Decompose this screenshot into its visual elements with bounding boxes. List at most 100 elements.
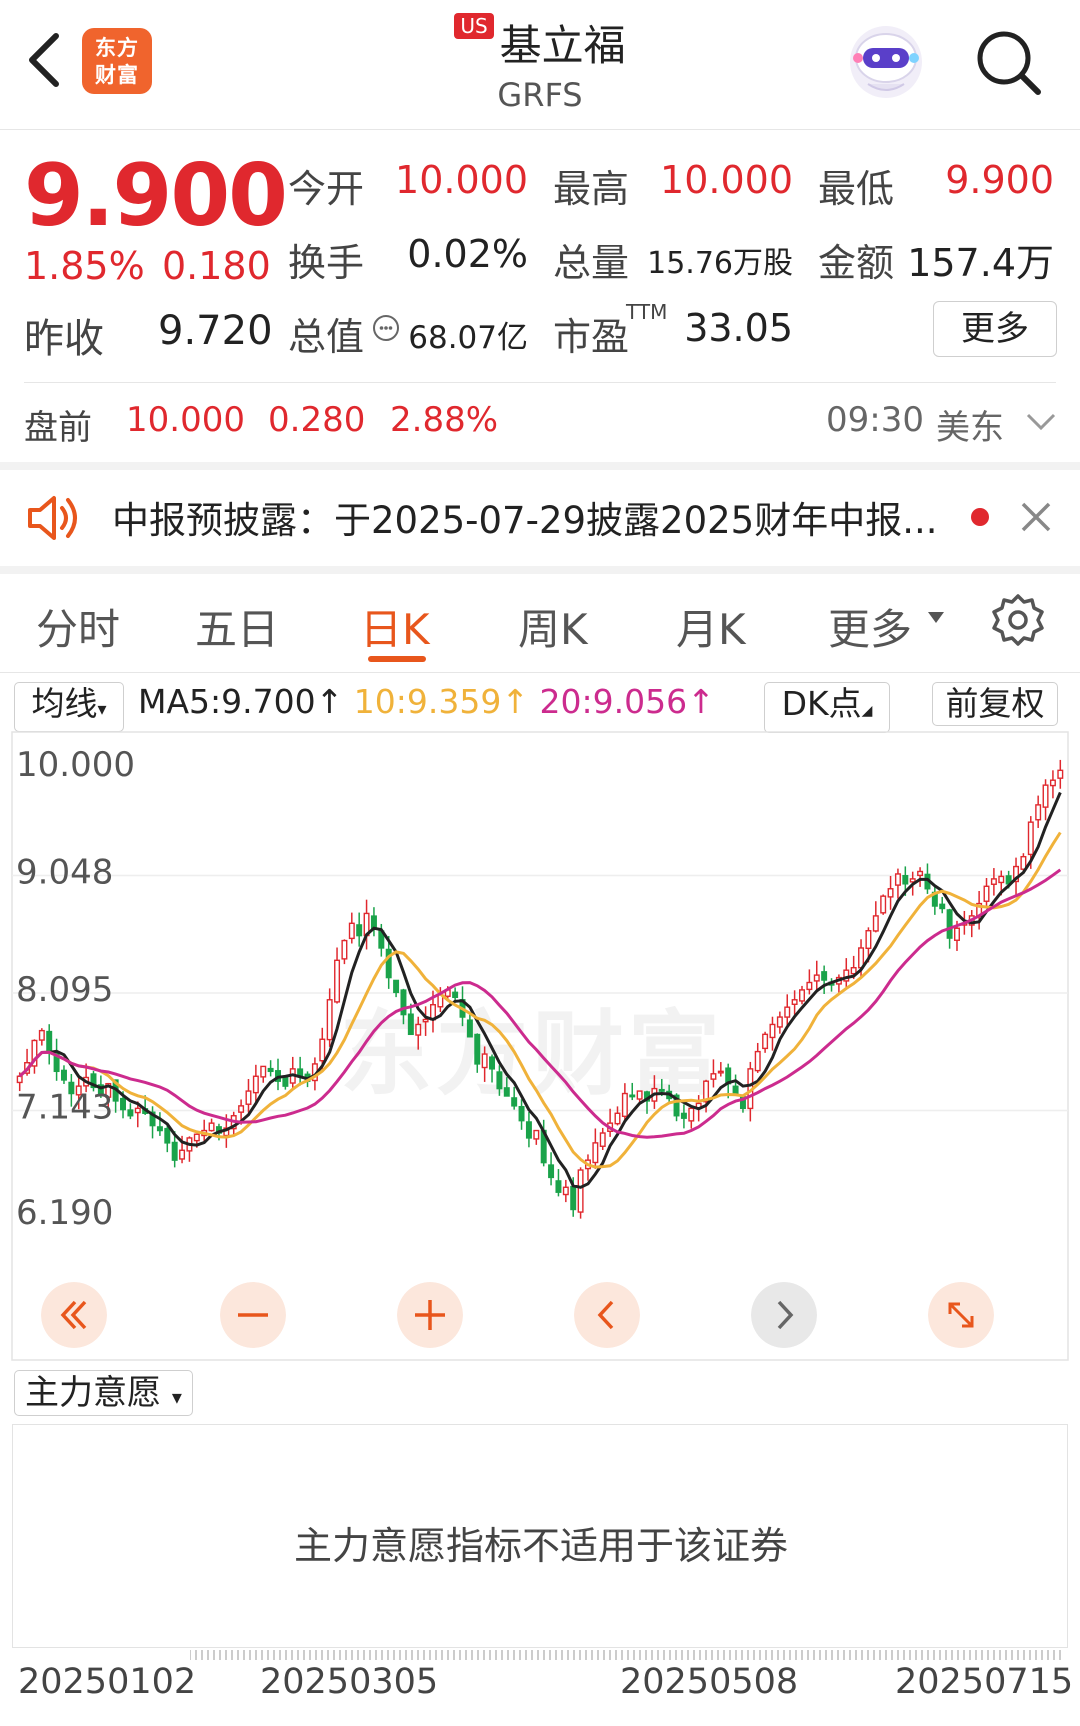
candle bbox=[953, 927, 960, 941]
scroll-right-icon[interactable] bbox=[751, 1282, 817, 1348]
indicator-dropdown[interactable]: 主力意愿 ▾ bbox=[14, 1370, 193, 1416]
x-tick-label: 20250102 bbox=[18, 1662, 197, 1702]
search-icon[interactable] bbox=[974, 28, 1044, 98]
tab-weekly-k[interactable]: 周K bbox=[518, 596, 588, 657]
info-face-icon[interactable] bbox=[372, 314, 400, 342]
candle bbox=[385, 948, 392, 979]
tab-intraday[interactable]: 分时 bbox=[36, 596, 120, 657]
ma-type-label: 均线 bbox=[31, 684, 98, 723]
tab-more[interactable]: 更多 bbox=[828, 596, 912, 657]
candle bbox=[319, 1038, 326, 1062]
chevron-down-icon[interactable] bbox=[1024, 404, 1058, 438]
candle bbox=[282, 1076, 289, 1087]
dk-point-button[interactable]: DK点◢ bbox=[764, 682, 890, 733]
candle bbox=[415, 1023, 422, 1036]
candle bbox=[776, 1016, 783, 1028]
more-quote-button[interactable]: 更多 bbox=[933, 301, 1057, 357]
corner-triangle-icon: ◢ bbox=[861, 703, 873, 719]
zoom-out-icon[interactable] bbox=[220, 1282, 286, 1348]
candle bbox=[38, 1029, 45, 1041]
candle bbox=[983, 885, 990, 902]
adjust-button[interactable]: 前复权 bbox=[932, 682, 1058, 726]
candle bbox=[481, 1053, 488, 1069]
chart-grid bbox=[12, 874, 1068, 1112]
tab-five-day[interactable]: 五日 bbox=[195, 596, 279, 657]
candle bbox=[799, 989, 805, 1002]
ma20-up-arrow-icon: ↑ bbox=[687, 682, 715, 721]
pe-label: 市盈 bbox=[553, 315, 630, 359]
turnover-label: 换手 bbox=[288, 241, 365, 285]
candle bbox=[422, 1018, 429, 1023]
ma20-value: 20:9.056 bbox=[539, 682, 688, 721]
candle bbox=[629, 1094, 636, 1098]
zoom-in-icon[interactable] bbox=[397, 1282, 463, 1348]
scroll-left-fast-icon[interactable] bbox=[41, 1282, 107, 1348]
header-bar: 东方 财富 US 基立福 GRFS bbox=[0, 0, 1080, 130]
candle bbox=[806, 981, 813, 991]
candle bbox=[489, 1056, 496, 1070]
candle bbox=[762, 1033, 769, 1050]
market-cap-label: 总值 bbox=[288, 315, 365, 359]
prev-close-value: 9.720 bbox=[158, 308, 273, 354]
candle bbox=[784, 1006, 791, 1018]
caret-down-icon bbox=[928, 612, 944, 623]
close-icon[interactable] bbox=[1018, 496, 1054, 536]
ma-values: MA5:9.700↑ 10:9.359↑ 20:9.056↑ bbox=[138, 682, 715, 721]
high-label: 最高 bbox=[553, 167, 630, 211]
candle bbox=[688, 1107, 695, 1122]
open-label: 今开 bbox=[288, 167, 365, 211]
candle bbox=[946, 909, 953, 939]
candle bbox=[658, 1088, 665, 1092]
fullscreen-icon[interactable] bbox=[928, 1282, 994, 1348]
candle bbox=[548, 1164, 555, 1179]
candlestick-chart[interactable]: 10.000 9.048 8.095 7.143 6.190 bbox=[0, 728, 1080, 1362]
candle bbox=[518, 1106, 525, 1122]
scroll-left-icon[interactable] bbox=[574, 1282, 640, 1348]
candle bbox=[732, 1085, 739, 1095]
caret-down-icon: ▾ bbox=[171, 1385, 182, 1409]
y-axis-labels: 10.000 9.048 8.095 7.143 6.190 bbox=[16, 745, 135, 1233]
ma10-up-arrow-icon: ↑ bbox=[501, 682, 530, 721]
notice-text[interactable]: 中报预披露：于2025-07-29披露2025财年中报... bbox=[112, 490, 952, 544]
candles bbox=[16, 759, 1064, 1219]
candle bbox=[872, 915, 879, 932]
candle bbox=[238, 1105, 245, 1113]
market-badge: US bbox=[454, 13, 494, 39]
indicator-panel: 主力意愿指标不适用于该证券 bbox=[12, 1424, 1068, 1648]
ma-lines bbox=[18, 791, 1062, 1189]
candle bbox=[592, 1142, 599, 1164]
candle bbox=[393, 979, 400, 994]
chart-frame bbox=[11, 731, 1069, 1361]
candle bbox=[791, 999, 798, 1005]
candle bbox=[909, 878, 916, 883]
ma10-value: 10:9.359 bbox=[353, 682, 502, 721]
candle bbox=[1042, 784, 1049, 808]
candle bbox=[998, 875, 1005, 884]
indicator-message: 主力意愿指标不适用于该证券 bbox=[293, 1524, 788, 1568]
candle bbox=[939, 903, 946, 910]
candle bbox=[570, 1185, 577, 1211]
candle bbox=[452, 991, 459, 999]
candle bbox=[120, 1097, 127, 1111]
assistant-robot-icon[interactable] bbox=[846, 22, 926, 102]
candle bbox=[407, 1013, 414, 1036]
prev-close-label: 昨收 bbox=[24, 316, 104, 362]
tab-daily-k[interactable]: 日K bbox=[360, 596, 430, 657]
time-axis-ticks bbox=[190, 1650, 1061, 1660]
tab-monthly-k[interactable]: 月K bbox=[676, 596, 746, 657]
high-value: 10.000 bbox=[660, 158, 793, 202]
candle bbox=[16, 1075, 23, 1084]
gear-icon[interactable] bbox=[990, 592, 1046, 648]
x-tick-label: 20250508 bbox=[620, 1662, 799, 1702]
ma5-value: MA5:9.700 bbox=[138, 682, 316, 721]
ma-type-dropdown[interactable]: 均线▾ bbox=[14, 682, 124, 732]
change-percent: 1.85% bbox=[24, 244, 145, 288]
candle bbox=[1049, 779, 1056, 787]
amount-label: 金额 bbox=[818, 241, 895, 285]
x-tick-label: 20250715 bbox=[895, 1662, 1074, 1702]
candle bbox=[496, 1071, 503, 1090]
premarket-label: 盘前 bbox=[24, 408, 92, 448]
candle bbox=[577, 1169, 584, 1213]
candle bbox=[46, 1030, 53, 1053]
candle bbox=[902, 874, 909, 885]
